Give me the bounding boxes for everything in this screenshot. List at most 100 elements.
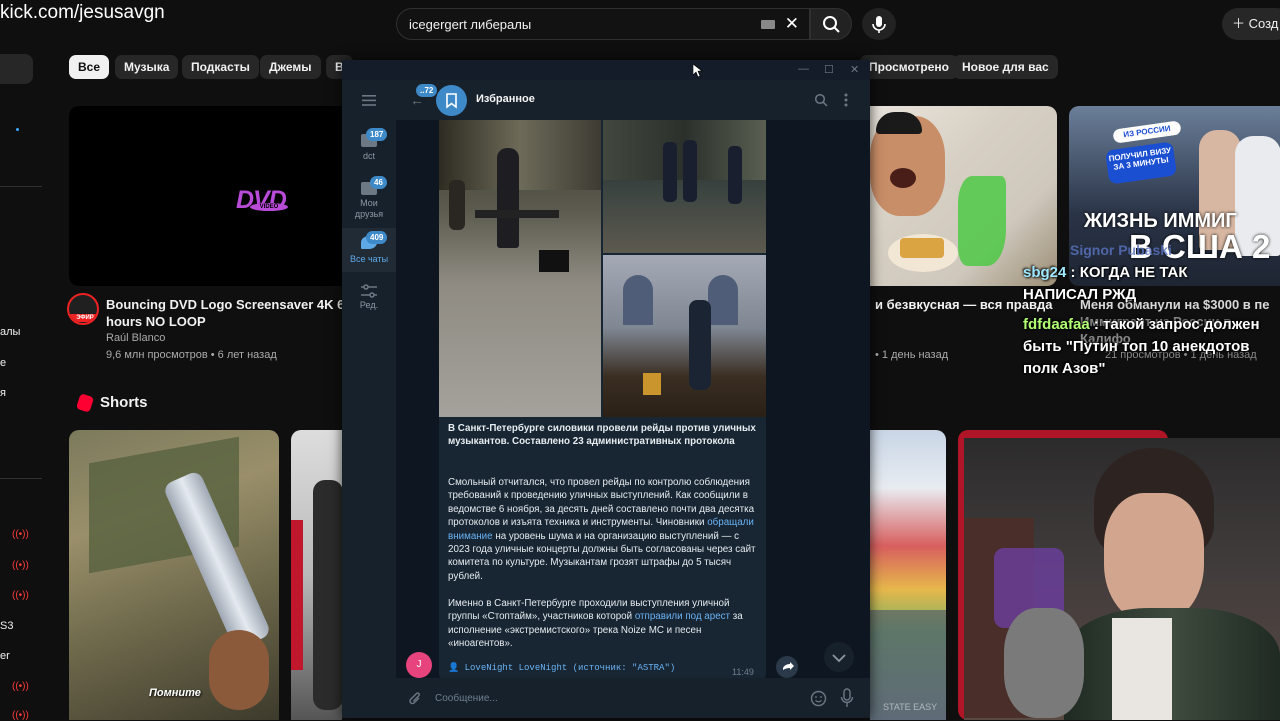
- sender-avatar[interactable]: J: [406, 652, 432, 678]
- sidebar-item[interactable]: е: [0, 357, 6, 369]
- unread-badge: 46: [370, 176, 387, 189]
- channel-name[interactable]: Raúl Blanco: [106, 332, 165, 344]
- more-vertical-icon[interactable]: [844, 93, 848, 107]
- search-button[interactable]: [810, 8, 852, 40]
- live-icon: ((•)): [12, 681, 29, 692]
- saved-messages-avatar[interactable]: [436, 85, 467, 116]
- chip-music[interactable]: Музыка: [115, 55, 179, 79]
- keyboard-icon[interactable]: [761, 20, 775, 29]
- paperclip-icon[interactable]: [408, 691, 422, 707]
- chip-all[interactable]: Все: [69, 55, 110, 79]
- chat-title[interactable]: Избранное: [476, 93, 535, 105]
- short-thumbnail[interactable]: STATE EASY: [870, 430, 946, 720]
- folder-label: Мои друзья: [354, 198, 384, 219]
- message-composer: Сообщение...: [396, 678, 870, 718]
- shirt: [1064, 608, 1280, 720]
- window-titlebar[interactable]: — ☐ ✕: [342, 60, 870, 80]
- short-caption: Помните: [149, 687, 201, 699]
- photo-officer: [663, 142, 677, 202]
- video-thumbnail[interactable]: DVD VIDEO: [69, 106, 359, 286]
- video-thumbnail[interactable]: [870, 106, 1057, 286]
- search-query: icegergert либералы: [409, 17, 532, 32]
- photo-window: [708, 275, 738, 325]
- sidebar-home-item[interactable]: [0, 54, 33, 84]
- photo-trees: [439, 120, 601, 190]
- folder-dct[interactable]: 187 dct: [342, 128, 396, 174]
- live-icon: ((•)): [12, 529, 29, 540]
- microphone: [1004, 608, 1084, 718]
- shorts-section-title: Shorts: [100, 394, 148, 411]
- sidebar-dot: [16, 128, 19, 131]
- shorts-icon: [75, 393, 95, 413]
- close-icon[interactable]: ✕: [785, 14, 799, 34]
- unread-badge: 409: [366, 231, 388, 244]
- cap: [876, 112, 922, 134]
- short-thumbnail[interactable]: Помните: [69, 430, 279, 720]
- folder-label: dct: [362, 151, 375, 161]
- fries: [900, 238, 944, 258]
- chat-header: ← ..72 Избранное: [396, 80, 870, 120]
- telegram-window: — ☐ ✕ 187 dct 46 Мои друзья 409 Все чаты…: [342, 60, 870, 718]
- live-badge: ЭФИР: [69, 314, 97, 322]
- video-meta: 9,6 млн просмотров • 6 лет назад: [106, 349, 277, 361]
- sliders-icon: [361, 284, 377, 298]
- message-signature: 👤 LoveNight LoveNight (источник: "ASTRA"…: [448, 663, 676, 673]
- maximize-icon[interactable]: ☐: [824, 63, 834, 76]
- tshirt: [1112, 618, 1172, 720]
- live-icon: ((•)): [12, 590, 29, 601]
- message-photo[interactable]: [439, 120, 601, 417]
- minimize-icon[interactable]: —: [798, 63, 809, 75]
- microphone-icon[interactable]: [840, 688, 854, 708]
- message-bubble[interactable]: В Санкт-Петербурге силовики провели рейд…: [439, 120, 766, 678]
- photo-bag: [643, 373, 661, 395]
- photo-bystander: [449, 180, 465, 230]
- sidebar-item[interactable]: алы: [0, 326, 20, 338]
- photo-officer: [683, 140, 697, 202]
- message-photo[interactable]: [603, 120, 766, 253]
- create-button[interactable]: ＋ Созд: [1222, 8, 1280, 40]
- photo-window: [623, 275, 653, 325]
- message-time: 11:49: [732, 667, 754, 677]
- stream-url-watermark: kick.com/jesusavgn: [0, 2, 165, 23]
- chip-jams[interactable]: Джемы: [260, 55, 321, 79]
- folder-edit[interactable]: Ред.: [342, 280, 396, 320]
- search-input[interactable]: icegergert либералы ✕: [396, 8, 810, 40]
- sidebar-divider: [0, 186, 42, 187]
- mouse-cursor-icon: [693, 64, 703, 78]
- sidebar-divider: [0, 478, 42, 479]
- chip-new-for-you[interactable]: Новое для вас: [953, 55, 1058, 79]
- webcam-feed: [964, 438, 1280, 720]
- chip-podcasts[interactable]: Подкасты: [182, 55, 259, 79]
- voice-search-button[interactable]: [862, 8, 896, 40]
- forward-button[interactable]: [776, 656, 798, 678]
- video-thumbnail[interactable]: ИЗ РОССИИ ПОЛУЧИЛ ВИЗУ ЗА 3 МИНУТЫ ЖИЗНЬ…: [1069, 106, 1280, 286]
- photo-speaker: [539, 250, 569, 272]
- unread-badge: ..72: [416, 84, 438, 97]
- live-icon: ((•)): [12, 560, 29, 571]
- emoji-icon[interactable]: [810, 690, 827, 707]
- photo-officer: [728, 146, 742, 204]
- open-mouth: [890, 168, 916, 188]
- sidebar-item[interactable]: я: [0, 387, 6, 399]
- channel-avatar[interactable]: ЭФИР: [67, 293, 99, 325]
- menu-icon[interactable]: [362, 93, 376, 111]
- message-paragraph: Смольный отчитался, что провел рейды по …: [448, 477, 756, 582]
- short-thumbnail[interactable]: [291, 430, 342, 720]
- green-glow: [958, 176, 1006, 266]
- message-input[interactable]: Сообщение...: [435, 693, 498, 704]
- bookmark-icon: [446, 93, 457, 109]
- close-icon[interactable]: ✕: [850, 63, 859, 76]
- folder-all-chats[interactable]: 409 Все чаты: [342, 228, 396, 272]
- overlay-chat-message: fdfdaafaa : такой запрос должен быть "Пу…: [1023, 314, 1278, 380]
- chip-watched[interactable]: Просмотрено: [860, 55, 959, 79]
- folder-friends[interactable]: 46 Мои друзья: [342, 176, 396, 224]
- folder-label: Все чаты: [349, 254, 389, 264]
- video-title[interactable]: Bouncing DVD Logo Screensaver 4K 60fps -…: [106, 296, 379, 330]
- message-photo[interactable]: [603, 255, 766, 417]
- search-icon[interactable]: [814, 93, 828, 107]
- sidebar-item[interactable]: er: [0, 650, 10, 662]
- message-link[interactable]: отправили под арест: [635, 611, 730, 622]
- plus-icon: ＋: [1232, 16, 1249, 31]
- scroll-down-button[interactable]: [824, 642, 854, 672]
- sidebar-item[interactable]: S3: [0, 620, 13, 632]
